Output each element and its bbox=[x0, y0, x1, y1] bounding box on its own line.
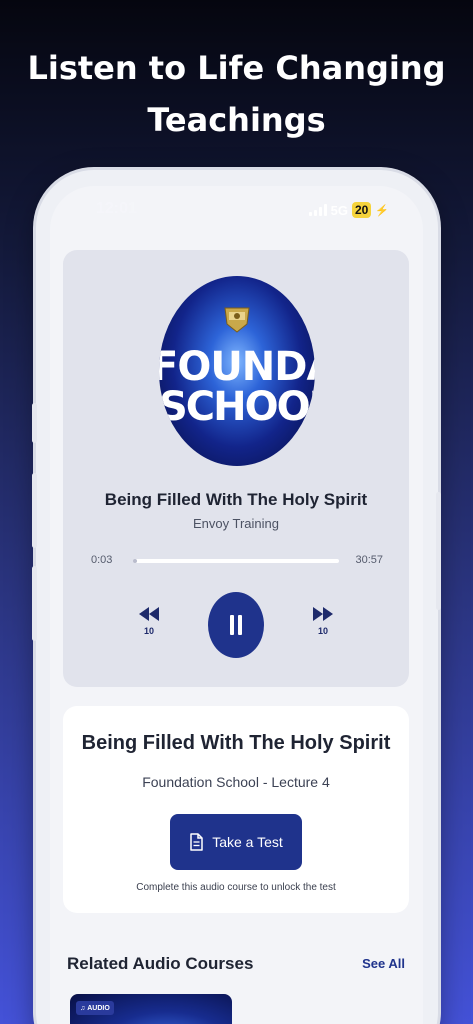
audio-badge-label: AUDIO bbox=[87, 1004, 110, 1012]
audio-player-card: FOUNDATIO SCHOOL Being Filled With The H… bbox=[63, 250, 409, 687]
rewind-button[interactable]: 10 bbox=[131, 606, 167, 650]
cover-text-line-2: SCHOOL bbox=[159, 384, 315, 430]
signal-icon bbox=[308, 204, 327, 216]
phone-volume-up bbox=[32, 473, 37, 548]
phone-power-button bbox=[436, 492, 441, 610]
crest-logo bbox=[224, 307, 250, 333]
network-label: 5G bbox=[330, 202, 348, 218]
rewind-icon bbox=[139, 607, 159, 621]
phone-mute-switch bbox=[32, 403, 37, 443]
charging-icon: ⚡ bbox=[375, 204, 389, 217]
pause-button[interactable] bbox=[208, 592, 264, 658]
rewind-seconds: 10 bbox=[143, 626, 154, 636]
music-note-icon: ♫ bbox=[80, 1004, 86, 1012]
related-courses-heading: Related Audio Courses bbox=[67, 954, 254, 973]
battery-icon: 20 bbox=[351, 202, 372, 218]
unlock-test-note: Complete this audio course to unlock the… bbox=[136, 882, 336, 893]
course-cover-art: FOUNDATIO SCHOOL bbox=[159, 276, 315, 466]
phone-volume-down bbox=[32, 566, 37, 641]
total-time: 30:57 bbox=[355, 554, 383, 566]
course-lecture: Foundation School - Lecture 4 bbox=[142, 774, 330, 790]
take-test-button[interactable]: Take a Test bbox=[170, 814, 302, 870]
forward-seconds: 10 bbox=[317, 626, 328, 636]
headline-line-2: Teachings bbox=[147, 101, 326, 139]
take-test-label: Take a Test bbox=[212, 834, 283, 850]
audio-badge: ♫ AUDIO bbox=[76, 1001, 114, 1015]
document-icon bbox=[190, 833, 203, 851]
related-course-card[interactable]: ♫ AUDIO bbox=[70, 994, 232, 1024]
headline-line-1: Listen to Life Changing bbox=[27, 49, 446, 87]
track-title: Being Filled With The Holy Spirit bbox=[104, 490, 368, 509]
track-subtitle: Envoy Training bbox=[193, 516, 279, 531]
course-info-card: Being Filled With The Holy Spirit Founda… bbox=[63, 706, 409, 913]
pause-icon bbox=[230, 615, 242, 635]
status-indicators: 5G 20 ⚡ bbox=[308, 202, 389, 218]
see-all-link[interactable]: See All bbox=[362, 956, 405, 971]
app-screen: 12:01 5G 20 ⚡ FOUNDATIO SCHOOL Being Fil… bbox=[50, 186, 423, 1024]
fast-forward-button[interactable]: 10 bbox=[305, 606, 341, 650]
course-title: Being Filled With The Holy Spirit bbox=[81, 732, 391, 754]
promo-headline: Listen to Life Changing Teachings bbox=[0, 42, 473, 146]
progress-fill bbox=[133, 559, 138, 563]
current-time: 0:03 bbox=[91, 554, 113, 566]
progress-slider[interactable] bbox=[133, 559, 339, 563]
status-time: 12:01 bbox=[96, 200, 137, 217]
battery-level: 20 bbox=[354, 203, 369, 217]
fast-forward-icon bbox=[313, 607, 333, 621]
status-bar: 12:01 5G 20 ⚡ bbox=[50, 200, 423, 222]
